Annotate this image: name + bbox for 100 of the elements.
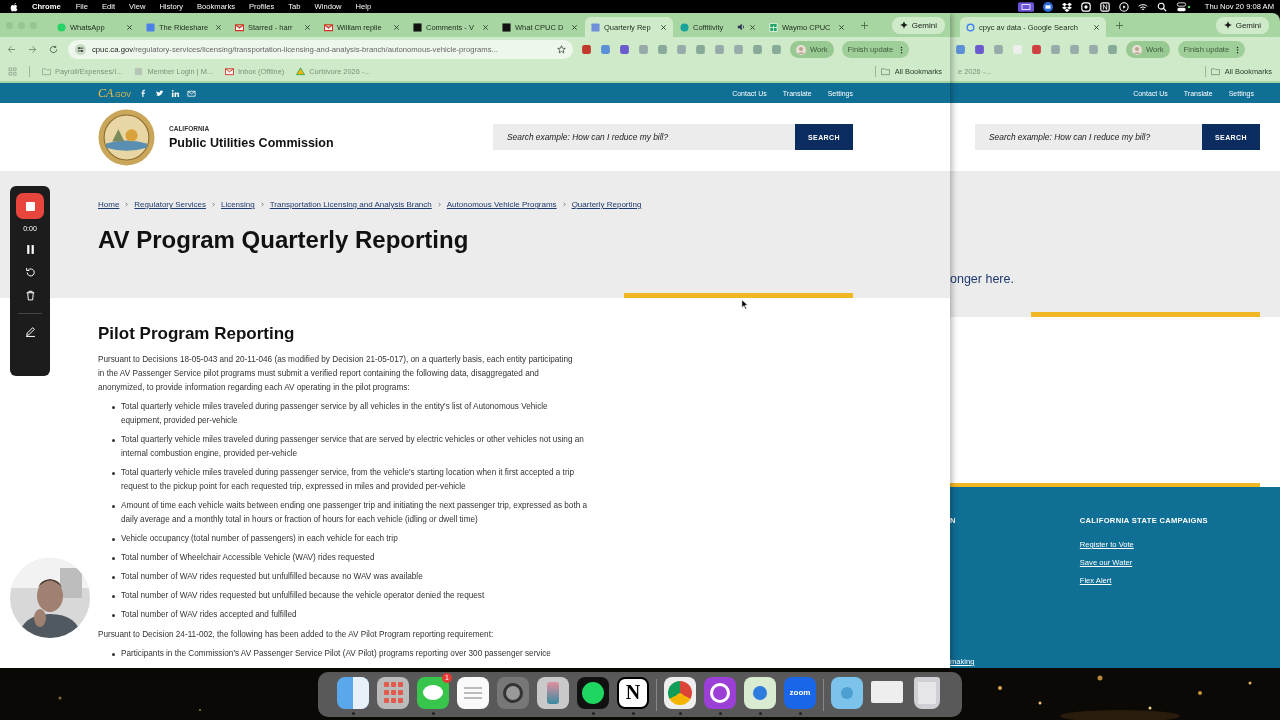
state-seal-icon[interactable] bbox=[98, 108, 155, 166]
breadcrumb-link[interactable]: Transportation Licensing and Analysis Branch bbox=[269, 200, 432, 209]
extension-icon[interactable] bbox=[581, 44, 592, 55]
close-icon[interactable] bbox=[304, 23, 311, 31]
extension-icon[interactable] bbox=[955, 44, 966, 55]
page-icon bbox=[134, 67, 144, 76]
extension-icon[interactable] bbox=[974, 44, 985, 55]
pen-icon[interactable] bbox=[24, 326, 36, 337]
extension-icon[interactable] bbox=[1031, 44, 1042, 55]
pause-icon[interactable] bbox=[24, 244, 36, 255]
window-thumbnail[interactable] bbox=[871, 680, 903, 703]
list-item: Total number of Wheelchair Accessible Vehicle (WAV) rides requested bbox=[121, 552, 376, 564]
trash-icon[interactable] bbox=[24, 290, 36, 301]
bird-icon[interactable] bbox=[154, 88, 164, 98]
chevron-icon bbox=[259, 201, 265, 208]
podcast-icon[interactable] bbox=[704, 676, 736, 709]
list-item: Amount of time each vehicle waits between ending one passenger trip and initiating the next passenger trip, expressed as both a daily average and a monthly total in hours or fraction of hours for each vehicle (idling or dwell time) bbox=[121, 500, 589, 526]
square-icon bbox=[502, 22, 511, 32]
breadcrumb-link[interactable]: Autonomous Vehicle Programs bbox=[446, 200, 557, 209]
restart-icon[interactable] bbox=[24, 267, 36, 278]
forward-icon[interactable] bbox=[28, 45, 37, 54]
apple-logo-icon[interactable] bbox=[10, 1, 18, 12]
square-icon bbox=[413, 22, 422, 32]
wifi-icon[interactable] bbox=[1137, 1, 1148, 12]
plus-icon[interactable] bbox=[860, 20, 869, 30]
phone-icon[interactable] bbox=[537, 676, 569, 709]
breadcrumb-link[interactable]: Home bbox=[98, 200, 120, 209]
breadcrumb-link[interactable]: Quarterly Reporting bbox=[571, 200, 642, 209]
bullet-icon bbox=[112, 595, 115, 598]
app-icon[interactable]: zoom bbox=[784, 676, 816, 709]
camera-icon[interactable] bbox=[1042, 1, 1053, 12]
play-icon[interactable] bbox=[1118, 1, 1129, 12]
star-icon[interactable] bbox=[557, 45, 566, 54]
list-item: Vehicle occupancy (total number of passengers) in each vehicle for each trip bbox=[121, 533, 399, 545]
close-icon[interactable] bbox=[660, 23, 667, 31]
trash-icon[interactable] bbox=[914, 676, 940, 709]
record-icon[interactable] bbox=[1080, 1, 1091, 12]
screen-share-icon[interactable] bbox=[1017, 1, 1034, 12]
site-settings-icon[interactable] bbox=[75, 44, 86, 55]
control-center-icon[interactable] bbox=[1175, 1, 1192, 12]
more-icon bbox=[900, 45, 904, 54]
grid-icon[interactable] bbox=[377, 676, 409, 709]
linkedin-icon[interactable] bbox=[170, 88, 180, 98]
speaker-icon[interactable] bbox=[737, 23, 745, 31]
cursor-icon bbox=[741, 299, 749, 310]
agency-name[interactable]: Public Utilities Commission bbox=[169, 135, 334, 150]
bullet-icon bbox=[112, 472, 115, 475]
bullet-icon bbox=[112, 614, 115, 617]
bullet-icon bbox=[112, 538, 115, 541]
chat-icon[interactable] bbox=[417, 676, 449, 709]
search-icon[interactable] bbox=[1156, 1, 1167, 12]
close-icon[interactable] bbox=[126, 23, 133, 31]
bullet-icon bbox=[112, 505, 115, 508]
sparkle-icon bbox=[899, 21, 908, 29]
plus-icon[interactable] bbox=[1115, 20, 1124, 30]
mail-icon bbox=[324, 22, 333, 32]
sparkle-icon bbox=[1223, 21, 1232, 29]
paragraph: Pursuant to Decision 24-11-002, the following has been added to the AV Pilot Program reporting requirement: bbox=[98, 629, 495, 641]
stop-button[interactable] bbox=[16, 193, 44, 219]
search-field[interactable]: Search example: How can I reduce my bill? bbox=[975, 124, 1202, 150]
back-icon[interactable] bbox=[7, 45, 16, 54]
breadcrumb-link[interactable]: Licensing bbox=[220, 200, 255, 209]
close-icon[interactable] bbox=[749, 23, 756, 31]
close-icon[interactable] bbox=[393, 23, 400, 31]
breadcrumb-link[interactable]: Regulatory Services bbox=[134, 200, 206, 209]
circle-icon bbox=[966, 22, 975, 32]
gemini-button[interactable]: Gemini bbox=[1215, 16, 1269, 34]
close-icon[interactable] bbox=[838, 23, 845, 31]
triangle-icon bbox=[296, 67, 306, 76]
list-icon[interactable] bbox=[457, 676, 489, 709]
hero-text: onger here. bbox=[950, 272, 1014, 286]
box-icon[interactable] bbox=[1061, 1, 1072, 12]
bullet-icon bbox=[112, 653, 115, 656]
circle-icon bbox=[680, 22, 689, 32]
bullet-icon bbox=[112, 439, 115, 442]
bullet-icon bbox=[112, 557, 115, 560]
page-title: AV Program Quarterly Reporting bbox=[98, 226, 470, 254]
spreadsheet-icon bbox=[769, 22, 778, 32]
close-icon[interactable] bbox=[571, 23, 578, 31]
map-icon[interactable] bbox=[744, 676, 776, 709]
bullet-icon bbox=[112, 406, 115, 409]
close-icon[interactable] bbox=[215, 23, 222, 31]
extension-icon[interactable] bbox=[619, 44, 630, 55]
chevron-icon bbox=[124, 201, 130, 208]
gear-icon[interactable] bbox=[497, 676, 529, 709]
split-square-icon[interactable] bbox=[337, 676, 369, 709]
search-field[interactable]: Search example: How can I reduce my bill? bbox=[493, 124, 795, 150]
gemini-button[interactable]: Gemini bbox=[891, 16, 945, 34]
mail-icon[interactable] bbox=[186, 88, 196, 98]
close-icon[interactable] bbox=[482, 23, 489, 31]
extension-icon[interactable] bbox=[600, 44, 611, 55]
list-item: Total quarterly vehicle miles traveled during passenger service, from the vehicle's starting location when it first accepted a trip request to the pickup point for each requested trip, expressed in miles and provided per-vehicle bbox=[121, 467, 575, 493]
avatar-icon bbox=[1132, 44, 1142, 55]
more-icon bbox=[1236, 45, 1240, 54]
chevron-icon bbox=[436, 201, 442, 208]
close-icon[interactable] bbox=[1093, 23, 1100, 31]
section-heading: Pilot Program Reporting bbox=[98, 323, 296, 345]
reload-icon[interactable] bbox=[49, 45, 58, 54]
app-icon[interactable]: N bbox=[617, 676, 649, 709]
square-icon[interactable] bbox=[1099, 1, 1110, 12]
